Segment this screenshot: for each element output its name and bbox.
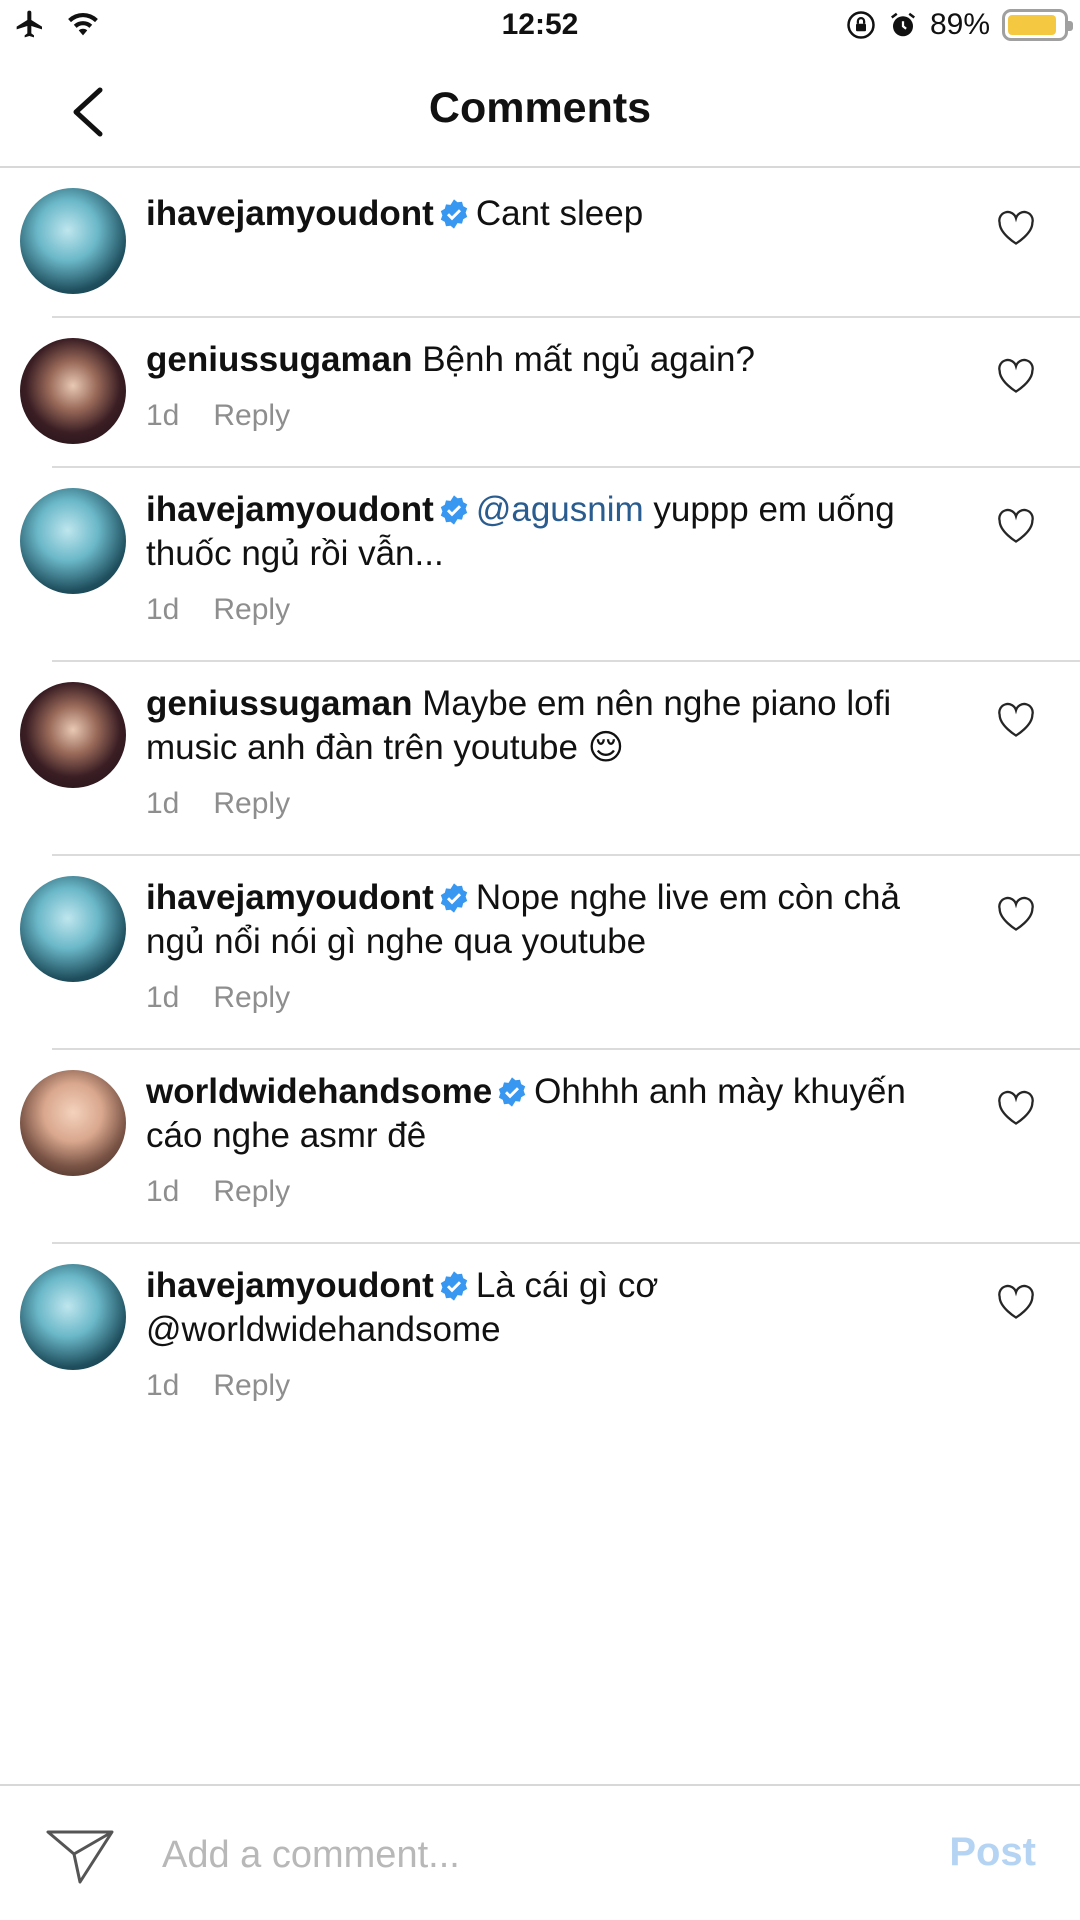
verified-badge-icon — [498, 1077, 526, 1107]
rotation-lock-icon — [847, 11, 875, 39]
list-item: ihavejamyoudont Cant sleep — [0, 170, 1080, 318]
heart-icon[interactable] — [996, 210, 1036, 246]
post-button[interactable]: Post — [949, 1830, 1036, 1875]
comment-meta: 1d Reply — [146, 1364, 960, 1408]
comment-text: Cant sleep — [475, 194, 644, 233]
heart-icon[interactable] — [996, 508, 1036, 544]
comment-username[interactable]: ihavejamyoudont — [146, 490, 434, 529]
battery-percent: 89% — [929, 8, 990, 41]
comment-time: 1d — [146, 981, 180, 1014]
comment-username[interactable]: geniussugaman — [146, 340, 412, 379]
comment-time: 1d — [146, 1369, 180, 1402]
avatar[interactable] — [20, 1264, 126, 1370]
send-icon[interactable] — [44, 1824, 116, 1886]
page-title: Comments — [428, 84, 652, 132]
comment-time: 1d — [146, 787, 180, 820]
list-item: ihavejamyoudont Là cái gì cơ @worldwideha… — [0, 1244, 1080, 1438]
verified-badge-icon — [440, 883, 468, 913]
heart-icon[interactable] — [996, 896, 1036, 932]
comment-body: ihavejamyoudont Là cái gì cơ @worldwideha… — [146, 1264, 960, 1408]
heart-icon[interactable] — [996, 1284, 1036, 1320]
avatar[interactable] — [20, 682, 126, 788]
reply-button[interactable]: Reply — [213, 981, 290, 1014]
comment-meta: 1d Reply — [146, 394, 960, 438]
heart-icon[interactable] — [996, 702, 1036, 738]
comment-username[interactable]: ihavejamyoudont — [146, 194, 434, 233]
header: Comments — [0, 54, 1080, 168]
comment-body: geniussugaman Bệnh mất ngủ again? 1d Repl… — [146, 338, 960, 438]
comment-input[interactable] — [162, 1822, 882, 1888]
reply-button[interactable]: Reply — [213, 593, 290, 626]
comment-meta: 1d Reply — [146, 1170, 960, 1214]
avatar[interactable] — [20, 488, 126, 594]
comment-body: geniussugaman Maybe em nên nghe piano lo… — [146, 682, 960, 826]
battery-icon — [1002, 9, 1073, 41]
status-bar: 12:52 89% — [0, 0, 1080, 54]
verified-badge-icon — [440, 495, 468, 525]
mention-link[interactable]: @agusnim — [476, 490, 644, 529]
comment-meta: 1d Reply — [146, 782, 960, 826]
reply-button[interactable]: Reply — [213, 1369, 290, 1402]
comment-text: Bệnh mất ngủ again? — [422, 340, 755, 379]
verified-badge-icon — [440, 199, 468, 229]
comment-username[interactable]: geniussugaman — [146, 684, 412, 723]
list-item: geniussugaman Bệnh mất ngủ again? 1d Repl… — [0, 318, 1080, 468]
comment-username[interactable]: worldwidehandsome — [146, 1072, 492, 1111]
avatar[interactable] — [20, 1070, 126, 1176]
comment-body: ihavejamyoudont Cant sleep — [146, 192, 960, 236]
battery-level — [1008, 15, 1057, 35]
avatar[interactable] — [20, 876, 126, 982]
comments-list: ihavejamyoudont Cant sleep geniussugaman … — [0, 170, 1080, 1438]
list-item: ihavejamyoudont @agusnim yuppp em uống th… — [0, 468, 1080, 662]
comment-time: 1d — [146, 399, 180, 432]
comment-username[interactable]: ihavejamyoudont — [146, 1266, 434, 1305]
heart-icon[interactable] — [996, 1090, 1036, 1126]
list-item: ihavejamyoudont Nope nghe live em còn chả… — [0, 856, 1080, 1050]
comment-time: 1d — [146, 1175, 180, 1208]
comment-username[interactable]: ihavejamyoudont — [146, 878, 434, 917]
avatar[interactable] — [20, 338, 126, 444]
verified-badge-icon — [440, 1271, 468, 1301]
comment-composer: Post — [0, 1784, 1080, 1920]
comment-body: ihavejamyoudont Nope nghe live em còn chả… — [146, 876, 960, 1020]
comment-body: ihavejamyoudont @agusnim yuppp em uống th… — [146, 488, 960, 632]
reply-button[interactable]: Reply — [213, 1175, 290, 1208]
comment-meta: 1d Reply — [146, 588, 960, 632]
alarm-icon — [890, 12, 915, 37]
list-item: geniussugaman Maybe em nên nghe piano lo… — [0, 662, 1080, 856]
avatar[interactable] — [20, 188, 126, 294]
comment-body: worldwidehandsome Ohhhh anh mày khuyến cá… — [146, 1070, 960, 1214]
reply-button[interactable]: Reply — [213, 399, 290, 432]
heart-icon[interactable] — [996, 358, 1036, 394]
status-right: 89% — [846, 8, 1073, 42]
comment-time: 1d — [146, 593, 180, 626]
list-item: worldwidehandsome Ohhhh anh mày khuyến cá… — [0, 1050, 1080, 1244]
comment-meta: 1d Reply — [146, 976, 960, 1020]
reply-button[interactable]: Reply — [213, 787, 290, 820]
